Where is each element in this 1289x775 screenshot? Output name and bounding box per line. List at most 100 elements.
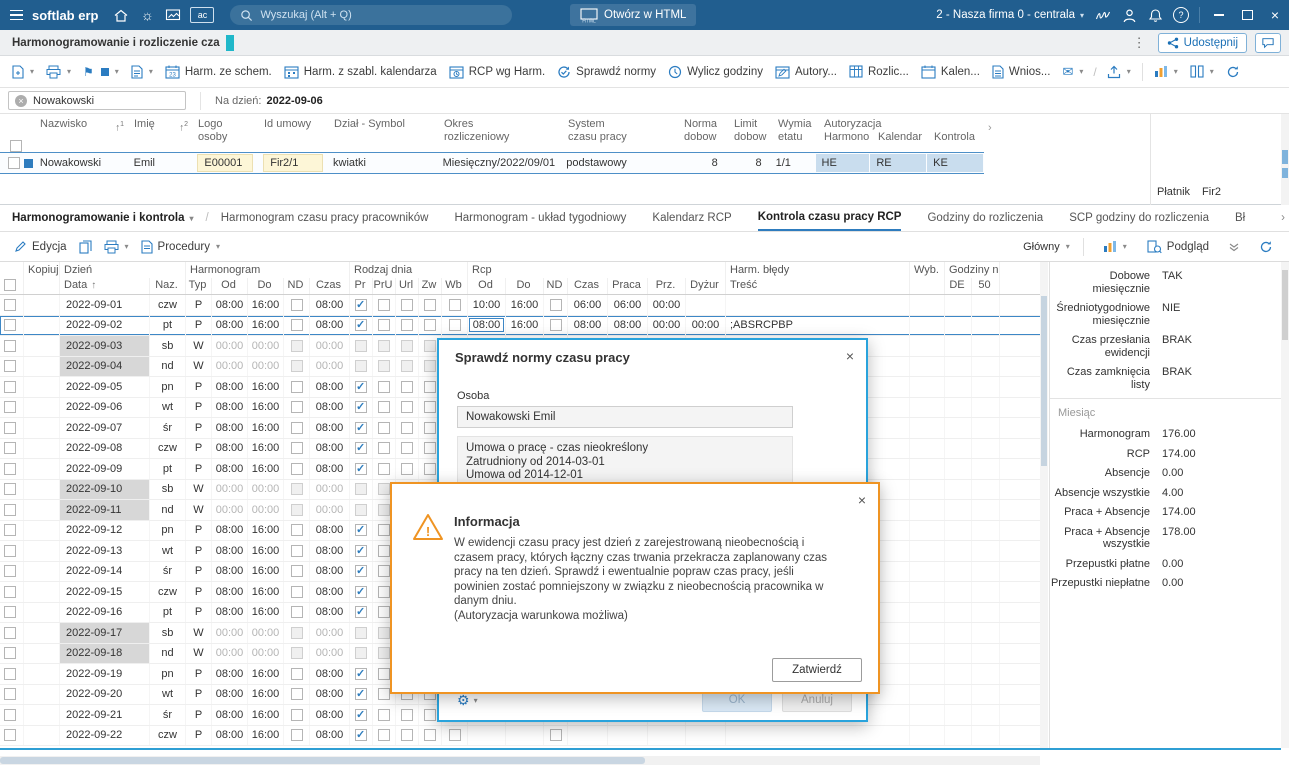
cell-czas[interactable]: 08:00: [310, 684, 350, 704]
checkbox-pru[interactable]: [378, 647, 390, 660]
checkbox-pru[interactable]: [378, 360, 390, 373]
scrollbar[interactable]: [1281, 114, 1289, 205]
cell-nd[interactable]: [284, 397, 310, 417]
cell-c50[interactable]: [972, 705, 1000, 725]
checkbox-pr[interactable]: [355, 400, 367, 414]
cell-od[interactable]: 00:00: [212, 479, 248, 499]
procedures-button[interactable]: Procedury ▾: [135, 234, 226, 260]
cell-czas[interactable]: 08:00: [310, 582, 350, 602]
row-checkbox[interactable]: [4, 319, 16, 332]
checkbox-rcp_nd[interactable]: [549, 729, 562, 742]
cell-od[interactable]: 08:00: [212, 438, 248, 458]
toolbar-button-harm-z-szabl[interactable]: Harm. z szabl. kalendarza: [278, 59, 443, 85]
cell-prz[interactable]: 00:00: [648, 315, 686, 335]
cell-nd[interactable]: [284, 725, 310, 745]
tab-harmonogramowanie[interactable]: Harmonogramowanie i rozliczenie cza: [12, 30, 234, 55]
collapse-panel-icon[interactable]: [1223, 234, 1245, 260]
cell-od[interactable]: 08:00: [212, 315, 248, 335]
cell-typ[interactable]: W: [186, 356, 212, 376]
close-icon[interactable]: ×: [846, 348, 854, 364]
column-header-dyzur[interactable]: Dyżur: [686, 278, 726, 294]
cell-day[interactable]: pn: [150, 520, 186, 540]
cell-pru[interactable]: [373, 336, 396, 356]
cell-day[interactable]: śr: [150, 418, 186, 438]
cell-pr[interactable]: [350, 705, 373, 725]
cell-c50[interactable]: [972, 500, 1000, 520]
cell-date[interactable]: 2022-09-22: [60, 725, 150, 745]
checkbox-pr[interactable]: [355, 667, 367, 680]
menu-icon[interactable]: [0, 0, 30, 30]
row-checkbox[interactable]: [4, 688, 16, 701]
cell-date[interactable]: 2022-09-18: [60, 643, 150, 663]
cell-url[interactable]: [396, 397, 419, 417]
detail-row[interactable]: 2022-09-02ptP08:0016:0008:0008:0016:0008…: [0, 315, 1048, 336]
theme-icon[interactable]: ☼: [134, 0, 160, 30]
cell-date[interactable]: 2022-09-07: [60, 418, 150, 438]
cell-praca[interactable]: 06:00: [608, 295, 648, 315]
checkbox-pru[interactable]: [378, 729, 390, 742]
cell-wb[interactable]: [442, 315, 468, 335]
cell-de[interactable]: [945, 418, 972, 438]
checkbox-pru[interactable]: [378, 380, 390, 393]
column-header-id-umowy[interactable]: Id umowy: [258, 117, 328, 144]
cell-day[interactable]: sb: [150, 336, 186, 356]
open-in-html-button[interactable]: HTML Otwórz w HTML: [570, 4, 697, 26]
cell-de[interactable]: [945, 459, 972, 479]
checkbox-pru[interactable]: [378, 483, 390, 496]
checkbox-pr[interactable]: [355, 503, 367, 516]
column-header-autoryzacja[interactable]: Autoryzacja Harmono Kalendar Kontrola: [818, 117, 984, 144]
checkbox-nd[interactable]: [290, 360, 303, 373]
column-header-imie[interactable]: Imię ↑2: [128, 117, 192, 144]
checkbox-zw[interactable]: [424, 401, 436, 414]
cell-czas[interactable]: 08:00: [310, 397, 350, 417]
cell-czas[interactable]: 08:00: [310, 541, 350, 561]
column-header-wymiar[interactable]: Wymia etatu: [772, 117, 818, 144]
cell-nd[interactable]: [284, 520, 310, 540]
cell-rcp_nd[interactable]: [544, 315, 568, 335]
cell-day[interactable]: czw: [150, 438, 186, 458]
cell-do[interactable]: 16:00: [248, 377, 284, 397]
tabs-scroll-right-icon[interactable]: ›: [1281, 212, 1285, 224]
cell-do[interactable]: 16:00: [248, 582, 284, 602]
checkbox-pr[interactable]: [355, 318, 367, 332]
checkbox-nd[interactable]: [290, 606, 303, 619]
row-checkbox[interactable]: [4, 667, 16, 680]
cell-nd[interactable]: [284, 500, 310, 520]
checkbox-nd[interactable]: [290, 442, 303, 455]
checkbox-url[interactable]: [401, 401, 413, 414]
checkbox-url[interactable]: [401, 708, 413, 721]
cell-nd[interactable]: [284, 315, 310, 335]
cell-od[interactable]: 08:00: [212, 602, 248, 622]
select-all-checkbox[interactable]: [4, 279, 16, 291]
cell-date[interactable]: 2022-09-20: [60, 684, 150, 704]
column-header-c50[interactable]: 50: [972, 278, 1000, 294]
checkbox-nd[interactable]: [290, 339, 303, 352]
toolbar-button-wylicz-godziny[interactable]: Wylicz godziny: [662, 59, 769, 85]
cell-url[interactable]: [396, 459, 419, 479]
cell-od[interactable]: 00:00: [212, 500, 248, 520]
cell-pr[interactable]: [350, 500, 373, 520]
row-checkbox[interactable]: [4, 421, 16, 434]
checkbox-url[interactable]: [401, 319, 413, 332]
print-button[interactable]: ▾: [40, 59, 77, 85]
cell-rcp_czas[interactable]: [568, 725, 608, 745]
cell-day[interactable]: pt: [150, 459, 186, 479]
cell-day[interactable]: śr: [150, 705, 186, 725]
cell-day[interactable]: wt: [150, 397, 186, 417]
checkbox-nd[interactable]: [290, 380, 303, 393]
layout-button[interactable]: ▾: [1184, 59, 1220, 85]
search-input[interactable]: Wyszukaj (Alt + Q): [230, 5, 513, 25]
column-header-okres[interactable]: Okres rozliczeniowy: [438, 117, 562, 144]
column-header-dzial[interactable]: Dział - Symbol: [328, 117, 438, 144]
checkbox-pru[interactable]: [378, 442, 390, 455]
checkbox-url[interactable]: [401, 442, 413, 455]
checkbox-pr[interactable]: [355, 462, 367, 475]
row-checkbox[interactable]: [4, 524, 16, 537]
toolbar-button-kalendarz[interactable]: Kalen...: [915, 59, 986, 85]
cell-nd[interactable]: [284, 561, 310, 581]
cell-rcp_czas[interactable]: 08:00: [568, 315, 608, 335]
cell-wb[interactable]: [442, 725, 468, 745]
cell-pr[interactable]: [350, 459, 373, 479]
checkbox-nd[interactable]: [290, 401, 303, 414]
cell-url[interactable]: [396, 356, 419, 376]
